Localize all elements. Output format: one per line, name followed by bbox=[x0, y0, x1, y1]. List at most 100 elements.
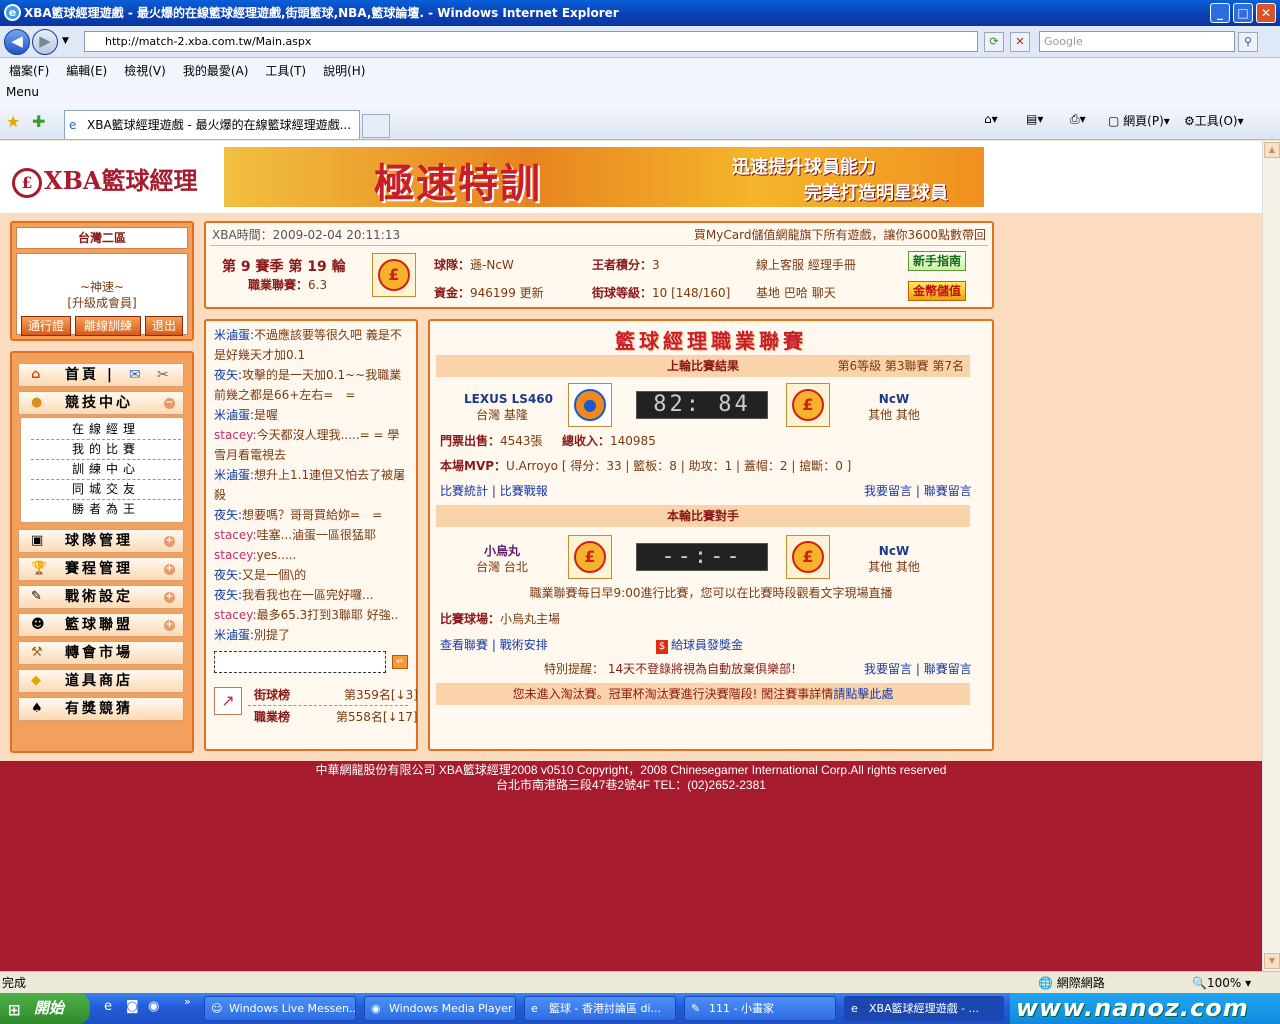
quicklaunch-media-icon[interactable]: ◉ bbox=[148, 999, 159, 1014]
history-dropdown-icon[interactable]: ▼ bbox=[62, 36, 69, 46]
member-upgrade-link[interactable]: [升級成會員] bbox=[17, 294, 187, 311]
logout-button[interactable]: 退出 bbox=[145, 316, 183, 336]
address-input[interactable]: http://match-2.xba.com.tw/Main.aspx bbox=[84, 31, 978, 52]
leave-message-link[interactable]: 我要留言 bbox=[864, 484, 912, 498]
newbie-guide-button[interactable]: 新手指南 bbox=[908, 251, 966, 271]
league-message-link-2[interactable]: 聯賽留言 bbox=[924, 662, 972, 676]
new-tab-button[interactable] bbox=[362, 114, 390, 138]
match-stats-link[interactable]: 比賽統計 bbox=[440, 484, 488, 498]
task-media-player[interactable]: ◉ Windows Media Player bbox=[364, 996, 516, 1021]
refresh-icon[interactable]: ⟳ bbox=[984, 32, 1004, 52]
mail-icon[interactable]: ✉ bbox=[129, 364, 141, 386]
league-message-link[interactable]: 聯賽留言 bbox=[924, 484, 972, 498]
menu-edit[interactable]: 編輯(E) bbox=[57, 58, 115, 79]
pro-rank-label[interactable]: 職業榜 bbox=[254, 707, 290, 727]
sub-online-manager[interactable]: 在線經理 bbox=[31, 420, 181, 440]
street-rank-label[interactable]: 街球榜 bbox=[254, 685, 290, 705]
sub-my-matches[interactable]: 我的比賽 bbox=[31, 440, 181, 460]
scroll-up-icon[interactable]: ▲ bbox=[1264, 142, 1280, 158]
page-menu[interactable]: ▢ 網頁(P)▾ bbox=[1108, 112, 1170, 129]
promo-banner[interactable]: 極速特訓 迅速提升球員能力 完美打造明星球員 bbox=[224, 147, 984, 207]
send-icon[interactable]: ↵ bbox=[392, 655, 408, 669]
nav-team[interactable]: ▣ 球隊管理 + bbox=[18, 529, 184, 553]
minimize-button[interactable]: _ bbox=[1210, 3, 1230, 23]
home-icon[interactable]: ⌂▾ bbox=[984, 112, 998, 126]
chat-sender[interactable]: 米滷蛋: bbox=[214, 408, 254, 422]
tactic-arrange-link[interactable]: 戰術安排 bbox=[500, 638, 548, 652]
zoom-control[interactable]: 🔍100% ▾ bbox=[1192, 972, 1251, 994]
tab-xba[interactable]: e XBA籃球經理遊戲 - 最火爆的在線籃球經理遊戲... bbox=[64, 110, 360, 139]
mycard-promo-link[interactable]: 買MyCard儲值網龍旗下所有遊戲，讓你3600點數帶回 bbox=[694, 225, 986, 245]
sub-city-friends[interactable]: 同城交友 bbox=[31, 480, 181, 500]
add-favorite-icon[interactable]: ✚ bbox=[32, 112, 45, 131]
back-button[interactable]: ◀ bbox=[4, 29, 30, 55]
print-icon[interactable]: ⎙▾ bbox=[1070, 112, 1086, 127]
online-service-link[interactable]: 線上客服 bbox=[756, 258, 804, 272]
vertical-scrollbar[interactable]: ▲ ▼ bbox=[1262, 141, 1280, 971]
chat-sender[interactable]: stacey: bbox=[214, 528, 257, 542]
player-bonus-link[interactable]: $ 給球員發獎金 bbox=[656, 635, 743, 655]
next-away-team-location: 其他 其他 bbox=[868, 560, 920, 574]
sub-training-center[interactable]: 訓練中心 bbox=[31, 460, 181, 480]
menu-help[interactable]: 說明(H) bbox=[314, 58, 373, 79]
quicklaunch-outlook-icon[interactable]: ◙ bbox=[126, 999, 139, 1014]
chat-sender[interactable]: 夜矢: bbox=[214, 508, 242, 522]
task-xba[interactable]: e XBA籃球經理遊戲 - ... bbox=[844, 996, 1004, 1021]
chat-link[interactable]: 聊天 bbox=[812, 286, 836, 300]
start-button[interactable]: ⊞ 開始 bbox=[0, 993, 90, 1024]
site-logo[interactable]: £ XBA籃球經理 bbox=[12, 161, 198, 198]
menu-view[interactable]: 檢視(V) bbox=[115, 58, 174, 79]
close-button[interactable]: ✕ bbox=[1256, 3, 1276, 23]
settings-icon[interactable]: ✂ bbox=[157, 364, 169, 386]
menu-tools[interactable]: 工具(T) bbox=[256, 58, 314, 79]
chat-sender[interactable]: stacey: bbox=[214, 428, 257, 442]
gold-topup-button[interactable]: 金幣儲值 bbox=[908, 281, 966, 301]
match-report-link[interactable]: 比賽戰報 bbox=[500, 484, 548, 498]
maximize-button[interactable]: □ bbox=[1233, 3, 1253, 23]
chat-sender[interactable]: 夜矢: bbox=[214, 568, 242, 582]
nav-guess[interactable]: ♠ 有獎競猜 bbox=[18, 697, 184, 721]
chat-sender[interactable]: 米滷蛋: bbox=[214, 468, 254, 482]
tools-menu[interactable]: ⚙工具(O)▾ bbox=[1184, 112, 1244, 129]
chat-sender[interactable]: 夜矢: bbox=[214, 368, 242, 382]
menu-file[interactable]: 檔案(F) bbox=[0, 58, 57, 79]
chat-input[interactable] bbox=[214, 651, 386, 673]
pass-button[interactable]: 通行證 bbox=[21, 316, 71, 336]
scroll-down-icon[interactable]: ▼ bbox=[1264, 953, 1280, 969]
chat-sender[interactable]: 米滷蛋: bbox=[214, 328, 254, 342]
manual-link[interactable]: 經理手冊 bbox=[808, 258, 856, 272]
base-link[interactable]: 基地 bbox=[756, 286, 780, 300]
nav-arena[interactable]: ● 競技中心 − bbox=[18, 391, 184, 415]
chat-message: 米滷蛋:想升上1.1連但又怕去了被屠殺 bbox=[214, 465, 410, 505]
knockout-details-link[interactable]: 請點擊此處 bbox=[833, 687, 893, 701]
nav-league[interactable]: ☻ 籃球聯盟 + bbox=[18, 613, 184, 637]
offline-train-button[interactable]: 離線訓練 bbox=[75, 316, 141, 336]
bahamut-link[interactable]: 巴哈 bbox=[784, 286, 808, 300]
funds-refresh-link[interactable]: 更新 bbox=[520, 286, 544, 300]
nav-shop[interactable]: ◆ 道具商店 bbox=[18, 669, 184, 693]
stop-icon[interactable]: ✕ bbox=[1010, 32, 1030, 52]
sub-winner[interactable]: 勝者為王 bbox=[31, 500, 181, 520]
task-paint[interactable]: ✎ 111 - 小畫家 bbox=[684, 996, 836, 1021]
chat-sender[interactable]: 夜矢: bbox=[214, 588, 242, 602]
menu-favorites[interactable]: 我的最愛(A) bbox=[174, 58, 257, 79]
task-forum[interactable]: e 籃球 - 香港討論區 di... bbox=[524, 996, 676, 1021]
task-messenger[interactable]: ☺ Windows Live Messen... bbox=[204, 996, 356, 1021]
nav-transfer[interactable]: ⚒ 轉會市場 bbox=[18, 641, 184, 665]
quicklaunch-more-icon[interactable]: » bbox=[184, 995, 191, 1008]
search-icon[interactable]: ⚲ bbox=[1238, 32, 1258, 52]
chat-sender[interactable]: stacey: bbox=[214, 548, 257, 562]
footer-address: 台北市南港路三段47巷2號4F TEL：(02)2652-2381 bbox=[496, 778, 766, 792]
forward-button[interactable]: ▶ bbox=[32, 29, 58, 55]
chat-sender[interactable]: 米滷蛋: bbox=[214, 628, 254, 642]
nav-schedule[interactable]: 🏆 賽程管理 + bbox=[18, 557, 184, 581]
nav-tactics[interactable]: ✎ 戰術設定 + bbox=[18, 585, 184, 609]
rss-icon[interactable]: ▤▾ bbox=[1026, 112, 1043, 126]
chat-sender[interactable]: stacey: bbox=[214, 608, 257, 622]
favorites-star-icon[interactable]: ★ bbox=[6, 112, 20, 131]
leave-message-link-2[interactable]: 我要留言 bbox=[864, 662, 912, 676]
search-input[interactable]: Google bbox=[1039, 31, 1235, 52]
nav-home[interactable]: ⌂ 首頁 | ✉ ✂ bbox=[18, 363, 184, 387]
view-league-link[interactable]: 查看聯賽 bbox=[440, 638, 488, 652]
quicklaunch-ie-icon[interactable]: e bbox=[104, 999, 112, 1014]
